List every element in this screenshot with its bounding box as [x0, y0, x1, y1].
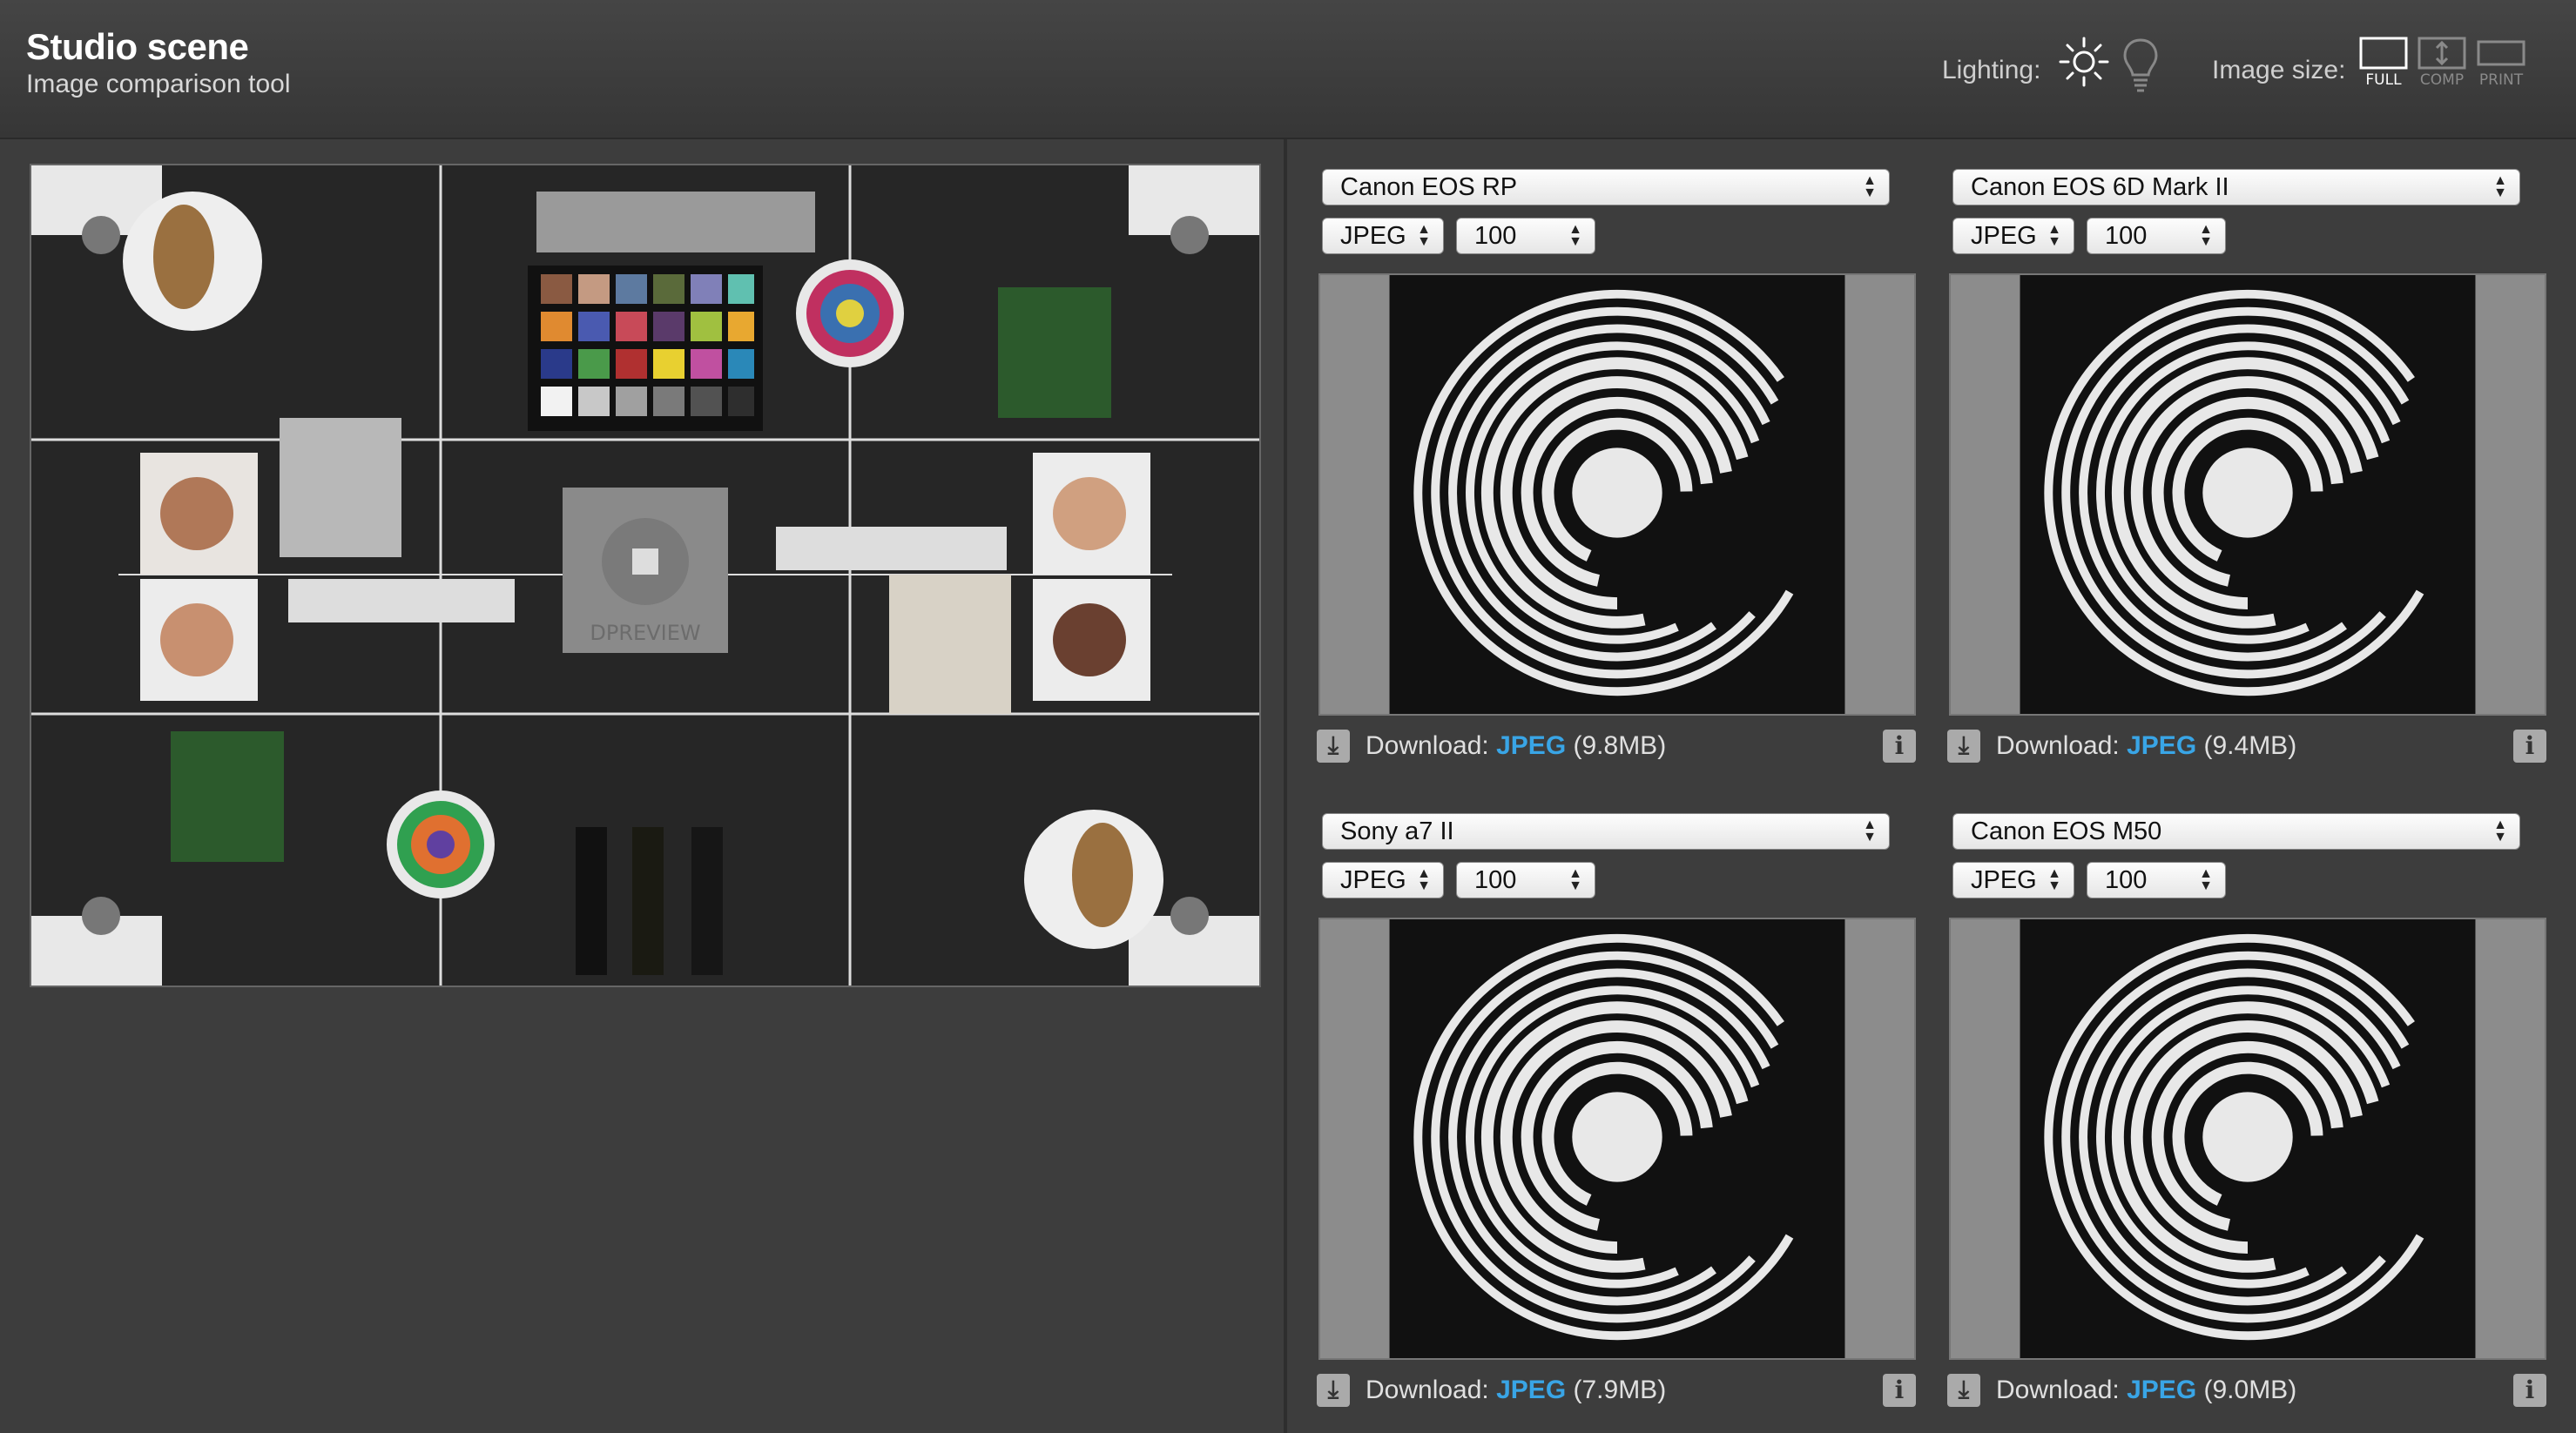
format-select-value: JPEG	[1340, 222, 1406, 250]
download-size: (9.4MB)	[2203, 731, 2297, 760]
size-full-label: FULL	[2365, 71, 2402, 89]
download-link[interactable]: Download: JPEG (9.0MB)	[1996, 1376, 2296, 1405]
up-down-arrows-icon: ▲ ▼	[2047, 866, 2061, 893]
up-down-arrows-icon: ▲ ▼	[2047, 222, 2061, 249]
full-size-icon	[2359, 37, 2408, 70]
quality-select[interactable]: 100 ▲ ▼	[2087, 218, 2226, 254]
crop-preview[interactable]	[1949, 273, 2546, 716]
download-size: (9.8MB)	[1573, 731, 1667, 760]
up-down-arrows-icon: ▲ ▼	[1417, 866, 1431, 893]
up-down-arrows-icon: ▲ ▼	[1568, 866, 1582, 893]
scene-watermark: DPREVIEW	[590, 621, 700, 645]
quality-select[interactable]: 100 ▲ ▼	[2087, 862, 2226, 898]
download-link[interactable]: Download: JPEG (9.8MB)	[1366, 731, 1666, 761]
camera-select-value: Canon EOS M50	[1971, 817, 2162, 845]
camera-select[interactable]: Canon EOS 6D Mark II ▲ ▼	[1952, 169, 2520, 205]
up-down-arrows-icon: ▲ ▼	[1863, 173, 1877, 200]
download-size: (9.0MB)	[2203, 1376, 2297, 1404]
download-format-link[interactable]: JPEG	[2127, 731, 2196, 760]
camera-select[interactable]: Canon EOS M50 ▲ ▼	[1952, 813, 2520, 850]
download-link[interactable]: Download: JPEG (7.9MB)	[1366, 1376, 1666, 1405]
sun-icon[interactable]	[2057, 35, 2111, 89]
download-label: Download:	[1366, 731, 1489, 760]
info-icon[interactable]: i	[2513, 1374, 2546, 1407]
download-size: (7.9MB)	[1573, 1376, 1667, 1404]
format-select[interactable]: JPEG ▲ ▼	[1952, 218, 2074, 254]
crop-preview[interactable]	[1318, 273, 1916, 716]
size-full-button[interactable]: FULL	[2356, 37, 2411, 89]
page-title: Studio scene	[26, 26, 249, 67]
camera-select-value: Canon EOS RP	[1340, 173, 1518, 201]
up-down-arrows-icon: ▲ ▼	[2199, 222, 2213, 249]
up-down-arrows-icon: ▲ ▼	[1568, 222, 1582, 249]
camera-select-value: Sony a7 II	[1340, 817, 1454, 845]
lighting-label: Lighting:	[1942, 56, 2041, 84]
quality-select-value: 100	[2105, 866, 2148, 894]
up-down-arrows-icon: ▲ ▼	[2493, 817, 2507, 844]
quality-select[interactable]: 100 ▲ ▼	[1456, 218, 1595, 254]
camera-select[interactable]: Canon EOS RP ▲ ▼	[1322, 169, 1890, 205]
download-icon[interactable]: ⤓	[1317, 1374, 1350, 1407]
header-bar: Studio scene Image comparison tool Light…	[0, 0, 2576, 139]
camera-select[interactable]: Sony a7 II ▲ ▼	[1322, 813, 1890, 850]
quality-select-value: 100	[1474, 866, 1517, 894]
quality-select-value: 100	[2105, 222, 2148, 250]
format-select[interactable]: JPEG ▲ ▼	[1322, 218, 1444, 254]
download-icon[interactable]: ⤓	[1947, 730, 1980, 763]
download-label: Download:	[1996, 731, 2120, 760]
format-select-value: JPEG	[1971, 866, 2037, 894]
format-select[interactable]: JPEG ▲ ▼	[1322, 862, 1444, 898]
format-select-value: JPEG	[1340, 866, 1406, 894]
up-down-arrows-icon: ▲ ▼	[1417, 222, 1431, 249]
quality-select-value: 100	[1474, 222, 1517, 250]
print-size-icon	[2477, 40, 2525, 66]
download-label: Download:	[1366, 1376, 1489, 1404]
comp-size-icon	[2418, 37, 2466, 70]
camera-select-value: Canon EOS 6D Mark II	[1971, 173, 2229, 201]
size-print-label: PRINT	[2478, 71, 2524, 89]
format-select[interactable]: JPEG ▲ ▼	[1952, 862, 2074, 898]
download-icon[interactable]: ⤓	[1947, 1374, 1980, 1407]
info-icon[interactable]: i	[1883, 1374, 1916, 1407]
up-down-arrows-icon: ▲ ▼	[2199, 866, 2213, 893]
download-format-link[interactable]: JPEG	[1496, 1376, 1566, 1404]
crop-preview[interactable]	[1318, 918, 1916, 1360]
download-label: Download:	[1996, 1376, 2120, 1404]
size-comp-button[interactable]: COMP	[2414, 37, 2470, 89]
size-print-button[interactable]: PRINT	[2473, 37, 2529, 89]
up-down-arrows-icon: ▲ ▼	[1863, 817, 1877, 844]
image-size-label: Image size:	[2212, 56, 2346, 84]
studio-scene-image[interactable]: DPREVIEW	[30, 164, 1261, 987]
up-down-arrows-icon: ▲ ▼	[2493, 173, 2507, 200]
download-format-link[interactable]: JPEG	[1496, 731, 1566, 760]
info-icon[interactable]: i	[2513, 730, 2546, 763]
quality-select[interactable]: 100 ▲ ▼	[1456, 862, 1595, 898]
pane-divider	[1284, 139, 1287, 1433]
page-subtitle: Image comparison tool	[26, 70, 291, 98]
crop-preview[interactable]	[1949, 918, 2546, 1360]
info-icon[interactable]: i	[1883, 730, 1916, 763]
format-select-value: JPEG	[1971, 222, 2037, 250]
download-icon[interactable]: ⤓	[1317, 730, 1350, 763]
download-format-link[interactable]: JPEG	[2127, 1376, 2196, 1404]
download-link[interactable]: Download: JPEG (9.4MB)	[1996, 731, 2296, 761]
size-comp-label: COMP	[2419, 71, 2465, 89]
bulb-icon[interactable]	[2121, 37, 2160, 94]
